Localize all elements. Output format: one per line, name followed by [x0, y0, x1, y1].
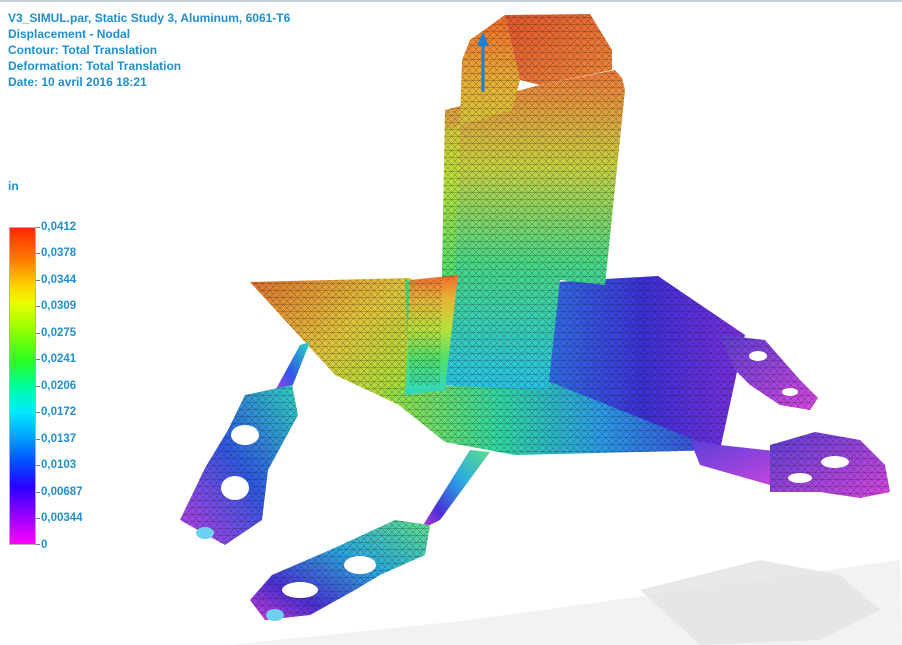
legend-tick-label: 0,0172: [41, 406, 77, 418]
legend-tick: [36, 333, 40, 334]
legend-tick-label: 0: [41, 539, 48, 551]
legend-tick-label: 0,0378: [41, 247, 77, 259]
legend-tick: [36, 544, 40, 545]
legend-tick-label: 0,00344: [41, 512, 83, 524]
front-leg-arm: [250, 450, 490, 621]
legend-tick: [36, 306, 40, 307]
color-legend-bar: [9, 227, 36, 545]
legend-tick-label: 0,0309: [41, 300, 77, 312]
viewport-top-border: [0, 0, 902, 2]
legend-tick-label: 0,00687: [41, 486, 83, 498]
legend-tick-label: 0,0137: [41, 433, 77, 445]
legend-tick: [36, 518, 40, 519]
legend-tick: [36, 465, 40, 466]
fixed-constraint-icon: [266, 609, 284, 621]
fixed-constraint-icon: [196, 527, 214, 539]
legend-tick: [36, 253, 40, 254]
left-leg-arm: [180, 342, 310, 545]
legend-tick: [36, 492, 40, 493]
legend-tick-label: 0,0275: [41, 327, 77, 339]
fea-mesh-model[interactable]: [160, 10, 902, 645]
legend-unit: in: [8, 179, 19, 193]
legend-tick: [36, 412, 40, 413]
legend-tick: [36, 227, 40, 228]
legend-tick: [36, 386, 40, 387]
legend-tick-label: 0,0241: [41, 353, 77, 365]
legend-tick-label: 0,0412: [41, 221, 77, 233]
legend-tick-label: 0,0344: [41, 274, 77, 286]
legend-tick: [36, 439, 40, 440]
legend-tick: [36, 280, 40, 281]
legend-tick-label: 0,0206: [41, 380, 77, 392]
legend-tick-label: 0,0103: [41, 459, 77, 471]
model-viewport[interactable]: [160, 10, 902, 645]
legend-tick: [36, 359, 40, 360]
